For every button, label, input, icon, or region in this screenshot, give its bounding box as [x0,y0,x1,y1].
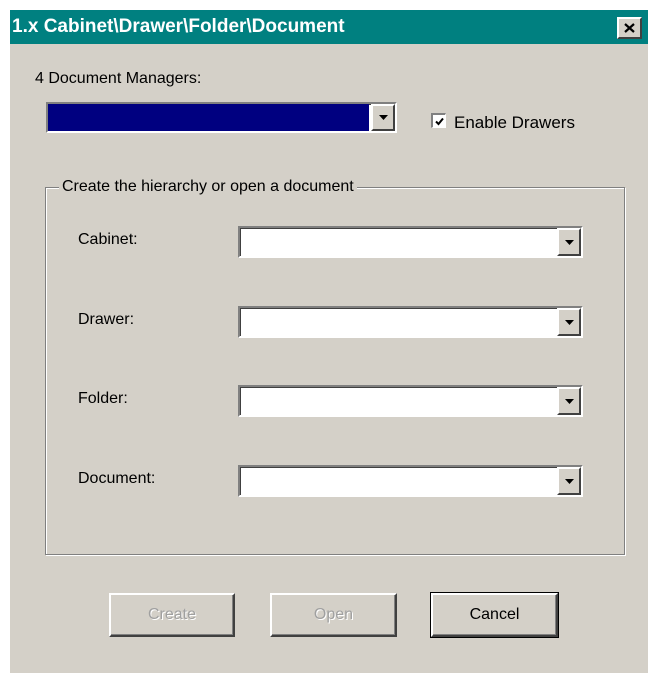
dialog-window: 1.x Cabinet\Drawer\Folder\Document 4 Doc… [10,10,648,673]
hierarchy-group-legend: Create the hierarchy or open a document [59,178,357,196]
drawer-dropdown-button[interactable] [557,308,581,336]
managers-selected-value [48,104,369,131]
close-icon [624,23,635,33]
cabinet-value [240,228,555,256]
chevron-down-icon [378,115,388,120]
drawer-value [240,308,555,336]
cabinet-dropdown[interactable] [238,226,583,258]
document-label: Document: [78,470,156,487]
document-dropdown-button[interactable] [557,467,581,495]
cabinet-dropdown-button[interactable] [557,228,581,256]
title-bar[interactable]: 1.x Cabinet\Drawer\Folder\Document [10,10,648,44]
drawer-label: Drawer: [78,311,135,328]
create-button[interactable]: Create [109,593,235,637]
folder-value [240,387,555,415]
close-button[interactable] [617,17,642,39]
managers-label: 4 Document Managers: [35,70,202,87]
folder-dropdown-button[interactable] [557,387,581,415]
enable-drawers-label[interactable]: Enable Drawers [454,113,575,133]
folder-label: Folder: [78,390,128,407]
managers-dropdown-button[interactable] [371,104,395,131]
drawer-dropdown[interactable] [238,306,583,338]
folder-dropdown[interactable] [238,385,583,417]
window-title: 1.x Cabinet\Drawer\Folder\Document [12,16,345,37]
chevron-down-icon [564,398,574,404]
cabinet-label: Cabinet: [78,231,138,248]
open-button[interactable]: Open [270,593,397,637]
check-icon [434,117,444,125]
chevron-down-icon [564,239,574,245]
chevron-down-icon [564,319,574,325]
enable-drawers-checkbox[interactable] [431,113,446,128]
managers-dropdown[interactable] [46,102,397,133]
document-value [240,467,555,495]
chevron-down-icon [564,478,574,484]
cancel-button[interactable]: Cancel [430,592,559,638]
document-dropdown[interactable] [238,465,583,497]
